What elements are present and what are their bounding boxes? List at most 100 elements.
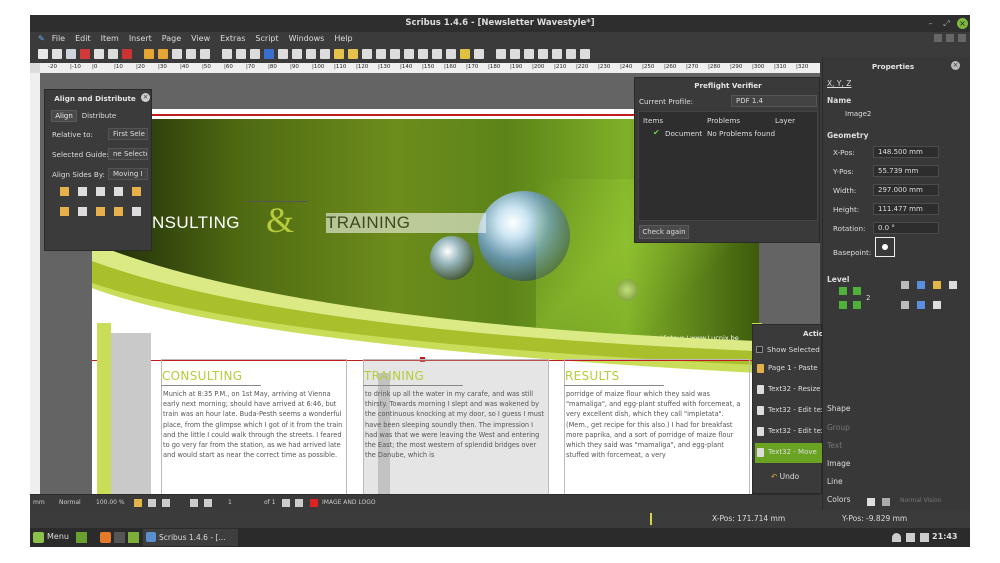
section-shape[interactable]: Shape	[827, 404, 851, 413]
level-lower-icon[interactable]	[839, 301, 847, 309]
ypos-field[interactable]: 55.739 mm	[873, 165, 939, 177]
align-right-icon[interactable]	[96, 187, 105, 196]
pdf-listbox-icon[interactable]	[552, 49, 562, 59]
menu-item[interactable]: Item	[96, 32, 124, 46]
lock-icon[interactable]	[933, 281, 941, 289]
close-document-icon[interactable]	[80, 49, 90, 59]
edit-contents-icon[interactable]	[390, 49, 400, 59]
xpos-field[interactable]: 148.500 mm	[873, 146, 939, 158]
volume-icon[interactable]	[906, 533, 915, 542]
text-frame-icon[interactable]	[236, 49, 246, 59]
last-page-icon[interactable]	[295, 499, 303, 507]
horizontal-ruler[interactable]: -20 |-10 |0 |10 |20 |30 |40 |50 |60 |70 |80 |90 |100…	[40, 63, 820, 73]
section-text[interactable]: Text	[827, 441, 842, 450]
history-item[interactable]: Text32 - Resize	[755, 380, 823, 400]
visual-mode-select[interactable]: Normal Vision	[900, 497, 942, 504]
history-item-selected[interactable]: Text32 - Move	[755, 443, 823, 463]
basepoint-selector[interactable]	[875, 237, 895, 257]
text-annotation-icon[interactable]	[566, 49, 576, 59]
maximize-icon[interactable]: ⤢	[941, 18, 952, 29]
no-print-icon[interactable]	[901, 301, 909, 309]
align-bottom-outside-icon[interactable]	[114, 207, 123, 216]
pdf-button-icon[interactable]	[496, 49, 506, 59]
previous-page-icon[interactable]	[204, 499, 212, 507]
layer-select[interactable]: IMAGE AND LOGO	[322, 498, 376, 508]
tab-distribute[interactable]: Distribute	[79, 110, 119, 122]
align-top-icon[interactable]	[60, 207, 69, 216]
align-left-outside-icon[interactable]	[132, 187, 141, 196]
copy-properties-icon[interactable]	[474, 49, 484, 59]
menu-file[interactable]: File	[47, 32, 70, 46]
mint-menu-icon[interactable]	[33, 532, 44, 543]
section-group[interactable]: Group	[827, 423, 850, 432]
section-colors[interactable]: Colors	[827, 495, 851, 504]
print-icon[interactable]	[94, 49, 104, 59]
undo-button[interactable]: ↶ Undo	[771, 472, 799, 481]
menu-edit[interactable]: Edit	[70, 32, 96, 46]
new-document-icon[interactable]	[38, 49, 48, 59]
battery-icon[interactable]	[920, 533, 929, 542]
show-selected-checkbox[interactable]	[756, 346, 763, 353]
redo-icon[interactable]	[158, 49, 168, 59]
align-top-outside-icon[interactable]	[132, 207, 141, 216]
firefox-icon[interactable]	[100, 532, 111, 543]
copy-icon[interactable]	[186, 49, 196, 59]
check-again-button[interactable]: Check again	[639, 225, 689, 239]
flip-v-icon[interactable]	[917, 281, 925, 289]
measure-icon[interactable]	[446, 49, 456, 59]
close-window-icon[interactable]: ×	[957, 18, 968, 29]
polygon-icon[interactable]	[306, 49, 316, 59]
line-icon[interactable]	[320, 49, 330, 59]
column-training[interactable]: TRAINING to drink up all the water in my…	[363, 359, 549, 501]
export-pdf-icon[interactable]	[122, 49, 132, 59]
preflight-icon[interactable]	[108, 49, 118, 59]
menu-page[interactable]: Page	[157, 32, 186, 46]
image-frame-icon[interactable]	[250, 49, 260, 59]
menu-extras[interactable]: Extras	[215, 32, 250, 46]
table-icon[interactable]	[278, 49, 288, 59]
eye-icon[interactable]	[882, 498, 890, 506]
select-tool-icon[interactable]	[222, 49, 232, 59]
next-page-icon[interactable]	[282, 499, 290, 507]
zoom-out-icon[interactable]	[134, 499, 142, 507]
freehand-icon[interactable]	[348, 49, 358, 59]
mode-select[interactable]: Normal	[59, 498, 81, 508]
files-icon[interactable]	[128, 532, 139, 543]
link-frames-icon[interactable]	[418, 49, 428, 59]
mdi-close-icon[interactable]	[958, 34, 966, 42]
pdf-checkbox-icon[interactable]	[524, 49, 534, 59]
align-center-h-icon[interactable]	[78, 187, 87, 196]
mdi-restore-icon[interactable]	[934, 34, 942, 42]
lock-size-icon[interactable]	[949, 281, 957, 289]
start-menu-label[interactable]: Menu	[47, 532, 69, 541]
vertical-ruler[interactable]	[30, 73, 40, 501]
app-menu-icon[interactable]: ✎	[36, 32, 47, 46]
link-annotation-icon[interactable]	[580, 49, 590, 59]
mdi-minimize-icon[interactable]	[946, 34, 954, 42]
height-field[interactable]: 111.477 mm	[873, 203, 939, 215]
history-item[interactable]: Text32 - Edit tex	[755, 401, 825, 421]
menu-view[interactable]: View	[186, 32, 215, 46]
page-number-field[interactable]: 1	[228, 498, 232, 508]
shape-icon[interactable]	[292, 49, 302, 59]
terminal-icon[interactable]	[114, 532, 125, 543]
menu-script[interactable]: Script	[250, 32, 283, 46]
bezier-icon[interactable]	[334, 49, 344, 59]
zoom-in-icon[interactable]	[162, 499, 170, 507]
section-line[interactable]: Line	[827, 477, 843, 486]
close-icon[interactable]: ×	[141, 93, 150, 102]
zoom-icon[interactable]	[376, 49, 386, 59]
align-right-outside-icon[interactable]	[114, 187, 123, 196]
align-sides-select[interactable]: Moving I	[108, 168, 148, 180]
wifi-icon[interactable]	[892, 533, 901, 542]
eyedropper-icon[interactable]	[460, 49, 470, 59]
taskbar-scribus-button[interactable]: Scribus 1.4.6 - [...	[143, 529, 238, 546]
level-bottom-icon[interactable]	[853, 301, 861, 309]
paste-icon[interactable]	[200, 49, 210, 59]
unit-select[interactable]: mm	[33, 498, 45, 508]
save-icon[interactable]	[66, 49, 76, 59]
rotate-icon[interactable]	[362, 49, 372, 59]
close-icon[interactable]: ×	[951, 61, 960, 70]
minimize-icon[interactable]: –	[925, 18, 936, 29]
menu-help[interactable]: Help	[329, 32, 357, 46]
